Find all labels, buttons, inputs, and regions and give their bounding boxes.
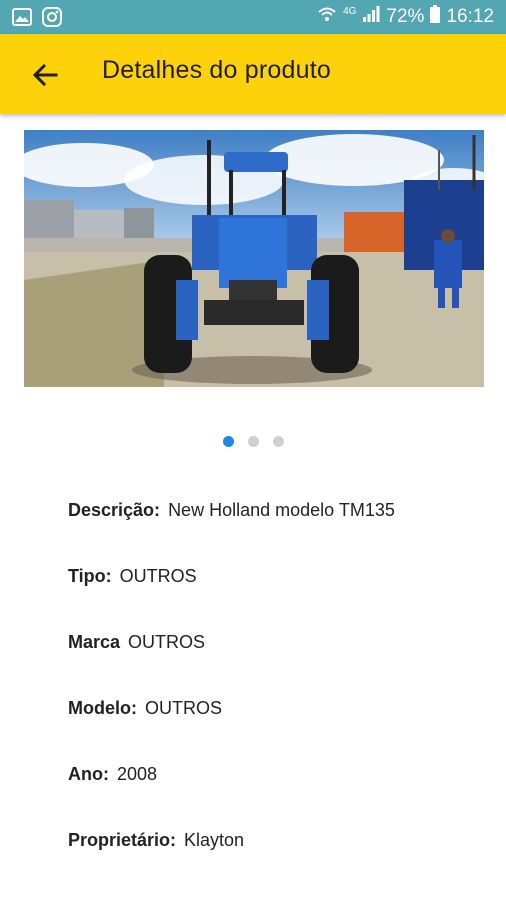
detail-label: Marca xyxy=(68,632,121,652)
signal-icon xyxy=(362,5,380,29)
detail-value: OUTROS xyxy=(128,632,206,652)
detail-label: Modelo: xyxy=(68,698,137,718)
battery-icon xyxy=(430,5,441,29)
detail-label: Ano: xyxy=(68,764,109,784)
wifi-icon xyxy=(317,4,337,30)
product-photo[interactable] xyxy=(24,130,484,387)
detail-row-modelo: Modelo: OUTROS xyxy=(68,698,488,764)
detail-value: 2008 xyxy=(116,764,158,784)
carousel-dot-1[interactable] xyxy=(222,436,234,447)
page-title: Detalhes do produto xyxy=(102,56,331,84)
detail-label: Tipo: xyxy=(68,566,112,586)
detail-value: Klayton xyxy=(184,830,245,850)
carousel-dot-2[interactable] xyxy=(247,436,259,447)
detail-row-marca: Marca OUTROS xyxy=(68,632,488,698)
detail-row-proprietario: Proprietário: Klayton xyxy=(68,830,488,896)
status-bar: 4G 72% 16:12 xyxy=(0,0,506,34)
product-details: Descrição: New Holland modelo TM135 Tipo… xyxy=(68,500,488,896)
arrow-back-icon xyxy=(32,63,58,87)
detail-value: New Holland modelo TM135 xyxy=(168,500,395,520)
tractor-image xyxy=(24,130,484,387)
carousel-indicator xyxy=(0,436,506,447)
detail-label: Proprietário: xyxy=(68,830,177,850)
status-left-icons xyxy=(12,7,62,32)
detail-value: OUTROS xyxy=(119,566,197,586)
instagram-notification-icon xyxy=(42,7,62,32)
carousel-dot-3[interactable] xyxy=(272,436,284,447)
detail-value: OUTROS xyxy=(145,698,223,718)
detail-label: Descrição: xyxy=(68,500,161,520)
detail-row-tipo: Tipo: OUTROS xyxy=(68,566,488,632)
status-right-icons: 4G 72% 16:12 xyxy=(317,0,494,34)
clock: 16:12 xyxy=(446,6,494,27)
back-button[interactable] xyxy=(28,58,62,92)
detail-row-ano: Ano: 2008 xyxy=(68,764,488,830)
detail-row-descricao: Descrição: New Holland modelo TM135 xyxy=(68,500,488,566)
network-type-label: 4G xyxy=(343,6,357,17)
battery-percent: 72% xyxy=(386,6,425,27)
app-bar: Detalhes do produto xyxy=(0,34,506,114)
gallery-notification-icon xyxy=(12,7,32,32)
